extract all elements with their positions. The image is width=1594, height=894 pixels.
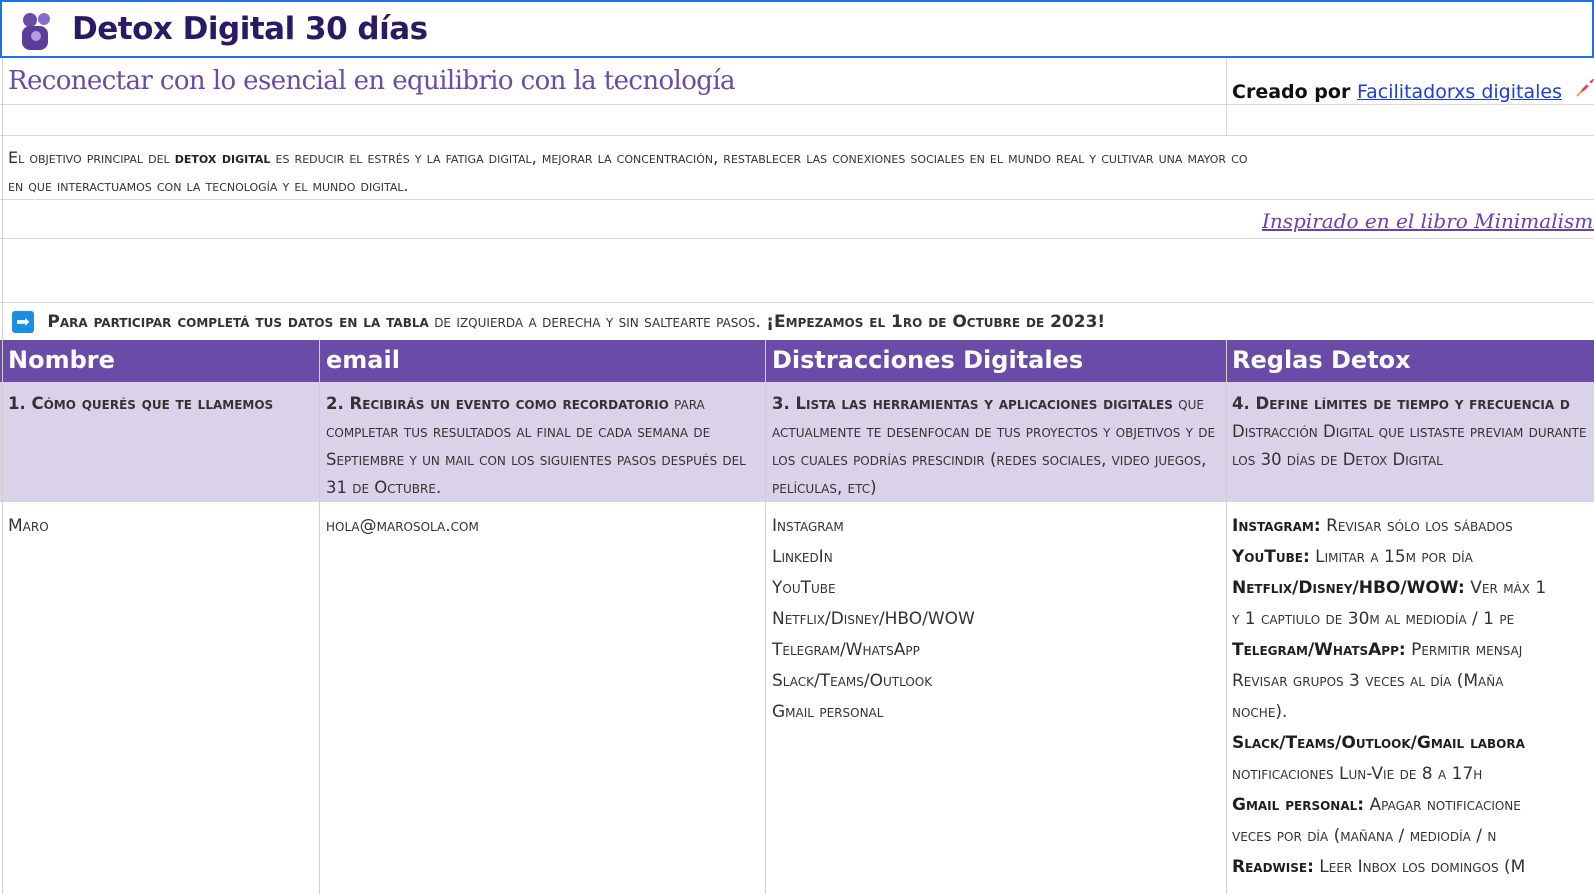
column-header-rules[interactable]: Reglas Detox <box>1232 346 1411 374</box>
hands-heart-icon <box>22 13 50 50</box>
page-title: Detox Digital 30 días <box>72 11 428 47</box>
list-item: Slack/Teams/Outlook/Gmail labora <box>1232 733 1525 753</box>
column-header-distractions[interactable]: Distracciones Digitales <box>772 346 1083 374</box>
list-item: Instagram <box>772 516 844 536</box>
rocket-icon <box>1575 76 1594 103</box>
credits-link[interactable]: Facilitadorxs digitales <box>1357 81 1562 103</box>
list-item: Gmail personal <box>772 702 884 722</box>
list-item: notificaciones Lun-Vie de 8 a 17h <box>1232 764 1483 784</box>
column-header-name[interactable]: Nombre <box>8 346 115 374</box>
list-item: Revisar grupos 3 veces al día (Maña <box>1232 671 1504 691</box>
subtitle: Reconectar con lo esencial en equilibrio… <box>8 66 736 96</box>
list-item: noche). <box>1232 702 1288 722</box>
objective-text: El objetivo principal del detox digital … <box>8 148 1248 195</box>
credits: Creado por Facilitadorxs digitales <box>1232 76 1594 103</box>
list-item: Gmail personal: Apagar notificacione <box>1232 795 1521 815</box>
participate-text: ➡ Para participar completá tus datos en … <box>12 311 1105 333</box>
inspired-link[interactable]: Inspirado en el libro Minimalismo D <box>1262 209 1594 233</box>
right-arrow-icon: ➡ <box>12 311 34 333</box>
cell-distractions[interactable]: Instagram LinkedIn YouTube Netflix/Disne… <box>772 511 975 728</box>
list-item: LinkedIn <box>772 547 833 567</box>
list-item: veces por día (mañana / mediodía / n <box>1232 826 1497 846</box>
description-rules[interactable]: 4. Define límites de tiempo y frecuencia… <box>1232 390 1594 500</box>
list-item: YouTube <box>772 578 836 598</box>
list-item: Telegram/WhatsApp: Permitir mensaj <box>1232 640 1523 660</box>
cell-rules[interactable]: Instagram: Revisar sólo los sábados YouT… <box>1232 511 1594 883</box>
list-item: Netflix/Disney/HBO/WOW: Ver máx 1 <box>1232 578 1547 598</box>
description-email[interactable]: 2. Recibirás un evento como recordatorio… <box>326 390 760 502</box>
description-name[interactable]: 1. Cómo querés que te llamemos <box>8 390 313 418</box>
cell-email[interactable]: hola@marosola.com <box>326 511 479 542</box>
credits-prefix: Creado por <box>1232 81 1351 103</box>
list-item: Netflix/Disney/HBO/WOW <box>772 609 975 629</box>
description-distractions[interactable]: 3. Lista las herramientas y aplicaciones… <box>772 390 1220 502</box>
list-item: y 1 captiulo de 30m al mediodía / 1 pe <box>1232 609 1515 629</box>
list-item: Slack/Teams/Outlook <box>772 671 933 691</box>
cell-name[interactable]: Maro <box>8 511 49 542</box>
list-item: Instagram: Revisar sólo los sábados <box>1232 516 1513 536</box>
list-item: YouTube: Limitar a 15m por día <box>1232 547 1473 567</box>
list-item: Telegram/WhatsApp <box>772 640 920 660</box>
column-header-email[interactable]: email <box>326 346 400 374</box>
title-row[interactable]: Detox Digital 30 días <box>0 0 1594 58</box>
list-item: Readwise: Leer Inbox los domingos (M <box>1232 857 1526 877</box>
